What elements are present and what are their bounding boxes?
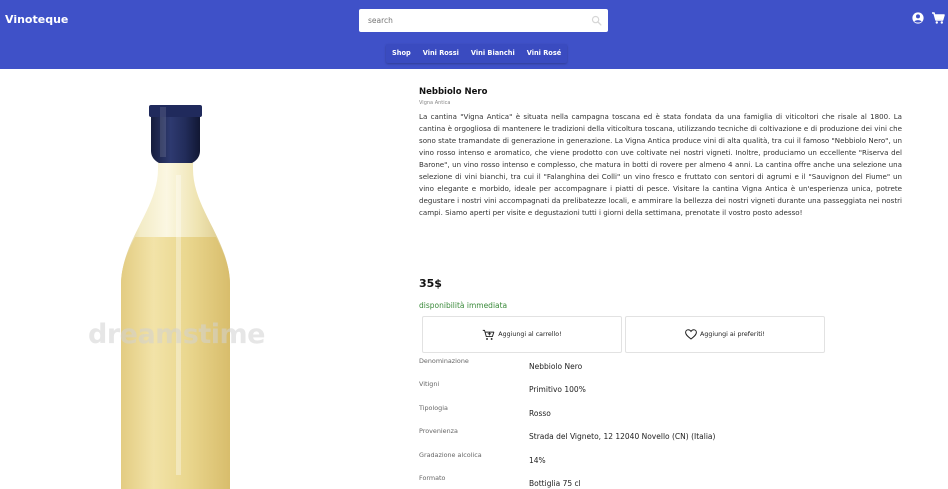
nav-item-shop[interactable]: Shop bbox=[386, 44, 417, 63]
spec-value: 14% bbox=[529, 455, 546, 465]
watermark-text: dreamstime bbox=[88, 319, 266, 350]
add-to-cart-label: Aggiungi al carrello! bbox=[498, 331, 562, 338]
spec-label: Denominazione bbox=[419, 357, 469, 365]
add-to-favorites-button[interactable]: Aggiungi ai preferiti! bbox=[625, 316, 825, 353]
spec-label: Gradazione alcolica bbox=[419, 450, 482, 459]
spec-label: Formato bbox=[419, 473, 446, 482]
spec-label: Tipologia bbox=[419, 403, 448, 412]
user-icon[interactable] bbox=[912, 12, 924, 24]
spec-row-tipologia: Tipologia Rosso bbox=[419, 404, 839, 427]
add-to-cart-button[interactable]: Aggiungi al carrello! bbox=[422, 316, 622, 353]
wine-bottle-image bbox=[121, 105, 230, 489]
spec-row-vitigni: Vitigni Primitivo 100% bbox=[419, 380, 839, 403]
product-winery: Vigna Antica bbox=[419, 100, 451, 106]
search-box[interactable] bbox=[359, 9, 608, 32]
heart-icon bbox=[685, 329, 697, 340]
spec-label: Vitigni bbox=[419, 380, 440, 389]
spec-value: Bottiglia 75 cl bbox=[529, 478, 581, 488]
spec-row-gradazione-alcolica: Gradazione alcolica 14% bbox=[419, 451, 839, 474]
spec-value: Strada del Vigneto, 12 12040 Novello (CN… bbox=[529, 432, 716, 442]
spec-label: Provenienza bbox=[419, 427, 458, 436]
spec-row-denominazione: Denominazione Nebbiolo Nero bbox=[419, 357, 839, 380]
search-icon[interactable] bbox=[591, 15, 602, 26]
spec-row-provenienza: Provenienza Strada del Vigneto, 12 12040… bbox=[419, 427, 839, 450]
category-nav: Shop Vini Rossi Vini Bianchi Vini Rosé bbox=[386, 44, 568, 63]
add-to-favorites-label: Aggiungi ai preferiti! bbox=[700, 331, 765, 338]
top-app-bar: Vinoteque Shop Vini Rossi Vini Bianchi V… bbox=[0, 0, 948, 69]
spec-value: Nebbiolo Nero bbox=[529, 362, 583, 371]
spec-value: Primitivo 100% bbox=[529, 385, 586, 395]
search-input[interactable] bbox=[359, 9, 584, 32]
spec-value: Rosso bbox=[529, 408, 551, 418]
cart-icon[interactable] bbox=[931, 11, 945, 25]
availability-status: disponibilità immediata bbox=[419, 301, 508, 310]
add-cart-icon bbox=[483, 329, 495, 340]
product-specs-table: Denominazione Nebbiolo Nero Vitigni Prim… bbox=[419, 357, 839, 489]
product-description: La cantina "Vigna Antica" è situata nell… bbox=[419, 112, 902, 218]
spec-row-formato: Formato Bottiglia 75 cl bbox=[419, 474, 839, 489]
product-title: Nebbiolo Nero bbox=[419, 87, 488, 97]
product-image: dreamstime bbox=[0, 69, 380, 489]
brand-logo[interactable]: Vinoteque bbox=[5, 13, 68, 26]
nav-item-vini-bianchi[interactable]: Vini Bianchi bbox=[465, 44, 521, 63]
nav-item-vini-rose[interactable]: Vini Rosé bbox=[521, 44, 568, 63]
product-price: 35$ bbox=[419, 277, 442, 290]
nav-item-vini-rossi[interactable]: Vini Rossi bbox=[417, 44, 465, 63]
